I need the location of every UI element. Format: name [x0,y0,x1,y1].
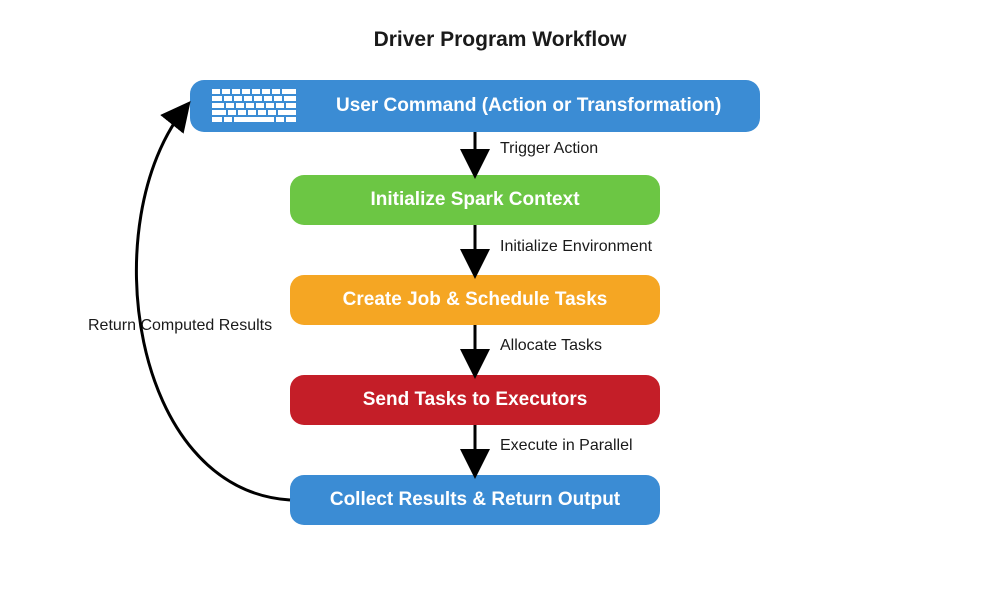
node-collect-results-label: Collect Results & Return Output [330,489,620,511]
edge-label-trigger-action: Trigger Action [500,140,598,158]
node-send-tasks: Send Tasks to Executors [290,375,660,425]
edge-label-return-results: Return Computed Results [88,317,272,335]
node-create-job-label: Create Job & Schedule Tasks [343,289,608,311]
edge-label-init-env: Initialize Environment [500,238,652,256]
node-create-job: Create Job & Schedule Tasks [290,275,660,325]
edge-label-execute-parallel: Execute in Parallel [500,437,633,455]
diagram-title: Driver Program Workflow [0,28,1000,52]
node-user-command-label: User Command (Action or Transformation) [336,95,721,117]
node-send-tasks-label: Send Tasks to Executors [363,389,588,411]
node-collect-results: Collect Results & Return Output [290,475,660,525]
node-init-context-label: Initialize Spark Context [370,189,579,211]
edge-label-allocate-tasks: Allocate Tasks [500,337,602,355]
node-init-context: Initialize Spark Context [290,175,660,225]
keyboard-icon [210,87,298,125]
node-user-command: User Command (Action or Transformation) [190,80,760,132]
